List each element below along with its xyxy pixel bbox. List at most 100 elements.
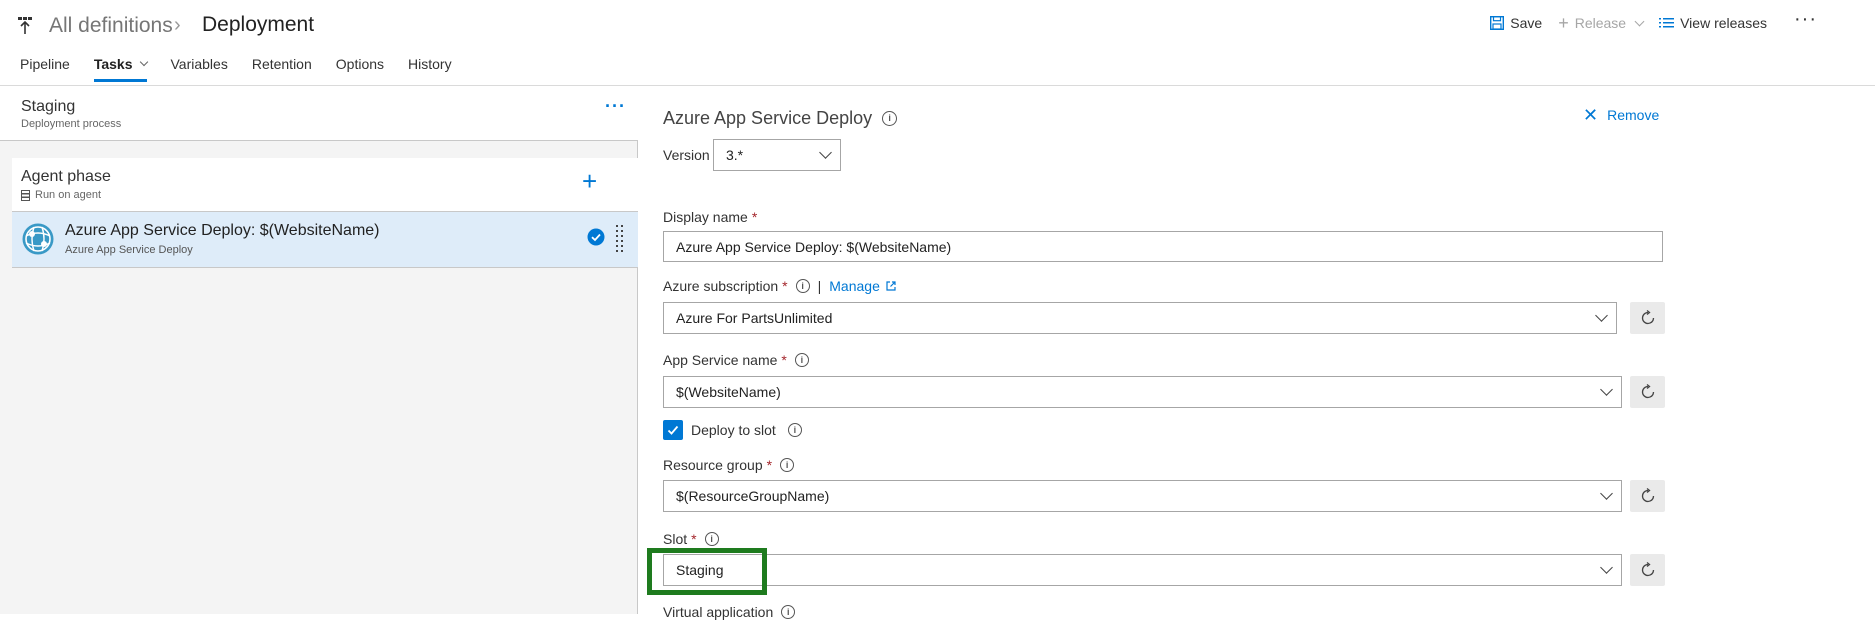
chevron-down-icon bbox=[1600, 383, 1613, 396]
task-subtitle: Azure App Service Deploy bbox=[65, 244, 193, 256]
app-service-label-row: App Service name * i bbox=[663, 352, 809, 368]
tab-bar: Pipeline Tasks Variables Retention Optio… bbox=[20, 56, 476, 82]
save-icon bbox=[1490, 16, 1505, 30]
display-name-value: Azure App Service Deploy: $(WebsiteName) bbox=[676, 238, 952, 255]
refresh-icon bbox=[1641, 561, 1654, 577]
subscription-label-row: Azure subscription * i | Manage bbox=[663, 278, 896, 294]
release-button[interactable]: + Release bbox=[1550, 13, 1651, 33]
refresh-resource-group-button[interactable] bbox=[1630, 480, 1665, 512]
checkmark-icon bbox=[667, 425, 679, 435]
refresh-subscription-button[interactable] bbox=[1630, 302, 1665, 334]
phase-subtitle: Run on agent bbox=[35, 189, 102, 201]
stage-more-button[interactable]: ··· bbox=[605, 96, 626, 117]
enabled-check-icon bbox=[587, 228, 605, 246]
version-label: Version bbox=[663, 147, 710, 163]
task-item[interactable]: Azure App Service Deploy: $(WebsiteName)… bbox=[12, 211, 638, 268]
tab-history[interactable]: History bbox=[408, 56, 452, 82]
version-value: 3.* bbox=[726, 147, 744, 163]
display-name-label: Display name bbox=[663, 209, 748, 225]
info-icon[interactable]: i bbox=[794, 353, 809, 367]
slot-select[interactable]: Staging bbox=[663, 554, 1622, 586]
release-definition-icon bbox=[18, 17, 32, 34]
drag-handle-icon[interactable] bbox=[615, 224, 625, 254]
chevron-down-icon bbox=[1600, 487, 1613, 500]
tab-variables[interactable]: Variables bbox=[171, 56, 228, 82]
phase-title: Agent phase bbox=[21, 168, 111, 185]
view-releases-label: View releases bbox=[1680, 15, 1767, 31]
view-releases-button[interactable]: View releases bbox=[1651, 15, 1775, 31]
chevron-down-icon bbox=[819, 146, 832, 159]
refresh-app-service-button[interactable] bbox=[1630, 376, 1665, 408]
external-link-icon bbox=[886, 281, 896, 291]
app-service-select[interactable]: $(WebsiteName) bbox=[663, 376, 1622, 408]
slot-label: Slot bbox=[663, 531, 688, 547]
process-pane: Staging Deployment process ··· Agent pha… bbox=[0, 86, 638, 614]
breadcrumb-all-definitions[interactable]: All definitions bbox=[49, 14, 173, 38]
refresh-icon bbox=[1641, 383, 1654, 399]
subscription-select[interactable]: Azure For PartsUnlimited bbox=[663, 302, 1617, 334]
manage-label: Manage bbox=[829, 278, 880, 294]
info-icon[interactable]: i bbox=[704, 532, 719, 546]
virtual-app-label-row: Virtual application i bbox=[663, 604, 796, 620]
server-icon bbox=[21, 189, 30, 201]
subscription-label: Azure subscription bbox=[663, 278, 779, 294]
info-icon[interactable]: i bbox=[780, 458, 795, 472]
chevron-down-icon bbox=[139, 57, 148, 67]
breadcrumb-chevron-icon: › bbox=[174, 14, 181, 36]
refresh-slot-button[interactable] bbox=[1630, 554, 1665, 586]
tab-tasks-label: Tasks bbox=[93, 56, 133, 72]
resource-group-value: $(ResourceGroupName) bbox=[676, 488, 830, 504]
slot-label-row: Slot * i bbox=[663, 531, 719, 547]
task-title: Azure App Service Deploy: $(WebsiteName) bbox=[65, 222, 380, 239]
stage-header[interactable]: Staging Deployment process ··· bbox=[0, 86, 638, 141]
info-icon[interactable]: i bbox=[781, 605, 796, 619]
save-label: Save bbox=[1510, 15, 1543, 31]
resource-group-label-row: Resource group * i bbox=[663, 457, 795, 473]
stage-subtitle: Deployment process bbox=[21, 118, 122, 130]
display-name-label-row: Display name * bbox=[663, 209, 757, 225]
tab-retention[interactable]: Retention bbox=[252, 56, 312, 82]
release-label: Release bbox=[1574, 15, 1627, 31]
manage-link[interactable]: Manage bbox=[829, 278, 896, 294]
info-icon[interactable]: i bbox=[882, 111, 898, 126]
deploy-to-slot-label-row: Deploy to slot i bbox=[691, 422, 802, 438]
tab-tasks[interactable]: Tasks bbox=[93, 56, 148, 82]
tab-pipeline[interactable]: Pipeline bbox=[20, 56, 70, 82]
info-icon[interactable]: i bbox=[787, 423, 802, 437]
more-actions-button[interactable]: ··· bbox=[1794, 8, 1817, 31]
required-marker: * bbox=[691, 531, 697, 547]
required-marker: * bbox=[751, 209, 758, 225]
stage-title: Staging bbox=[21, 98, 76, 115]
add-task-button[interactable]: + bbox=[582, 166, 597, 197]
remove-button[interactable]: ✕ Remove bbox=[1583, 106, 1660, 124]
plus-icon: + bbox=[1558, 13, 1569, 33]
required-marker: * bbox=[781, 352, 787, 368]
list-icon bbox=[1659, 18, 1675, 28]
subscription-value: Azure For PartsUnlimited bbox=[676, 310, 833, 326]
annotation-highlight-box bbox=[647, 548, 767, 595]
version-select[interactable]: 3.* bbox=[713, 139, 841, 171]
separator: | bbox=[817, 278, 822, 294]
save-button[interactable]: Save bbox=[1482, 15, 1550, 31]
task-name: Azure App Service Deploy bbox=[663, 108, 873, 128]
required-marker: * bbox=[766, 457, 773, 473]
refresh-icon bbox=[1641, 487, 1654, 503]
refresh-icon bbox=[1641, 309, 1654, 325]
agent-phase[interactable]: Agent phase Run on agent + bbox=[12, 158, 638, 211]
task-name-row: Azure App Service Deploy i bbox=[663, 108, 898, 129]
chevron-down-icon bbox=[1634, 16, 1645, 26]
chevron-down-icon bbox=[1600, 561, 1613, 574]
display-name-field[interactable]: Azure App Service Deploy: $(WebsiteName) bbox=[663, 231, 1663, 262]
phase-subtitle-row: Run on agent bbox=[21, 189, 101, 201]
top-bar: All definitions › Deployment Save + Rele… bbox=[0, 0, 1875, 86]
remove-label: Remove bbox=[1607, 107, 1660, 123]
info-icon[interactable]: i bbox=[795, 279, 810, 293]
page-title: Deployment bbox=[202, 13, 315, 36]
app-service-value: $(WebsiteName) bbox=[676, 384, 781, 400]
deploy-to-slot-checkbox[interactable] bbox=[663, 420, 683, 440]
toolbar: Save + Release View releases bbox=[1482, 13, 1775, 33]
tab-options[interactable]: Options bbox=[336, 56, 384, 82]
resource-group-label: Resource group bbox=[663, 457, 763, 473]
deploy-to-slot-label: Deploy to slot bbox=[691, 422, 776, 438]
resource-group-select[interactable]: $(ResourceGroupName) bbox=[663, 480, 1622, 512]
